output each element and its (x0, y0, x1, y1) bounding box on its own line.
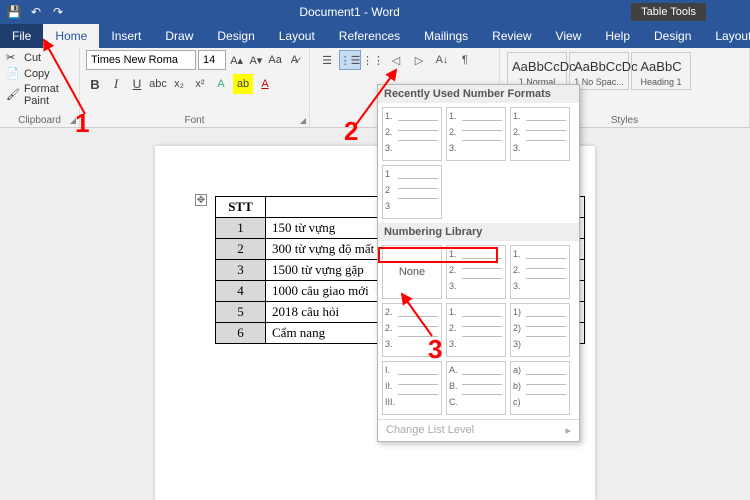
tab-insert[interactable]: Insert (99, 24, 153, 48)
chevron-right-icon: ▸ (565, 424, 571, 437)
numbering-option[interactable]: 1.2.3. (510, 245, 570, 299)
change-list-level: Change List Level▸ (378, 419, 579, 441)
superscript-button[interactable]: x² (191, 74, 209, 94)
table-tools-tab: Table Tools (631, 3, 706, 21)
dropdown-header-recent: Recently Used Number Formats (378, 85, 579, 103)
table-move-handle-icon[interactable]: ✥ (195, 194, 207, 206)
document-title: Document1 - Word (68, 5, 631, 19)
tab-table-layout[interactable]: Layout (703, 24, 750, 48)
font-color-icon[interactable]: A (256, 74, 274, 94)
strike-button[interactable]: abc (149, 74, 167, 94)
undo-icon[interactable]: ↶ (26, 2, 46, 22)
grow-font-icon[interactable]: A▴ (228, 50, 245, 70)
tab-design[interactable]: Design (205, 24, 266, 48)
highlight-box-library (378, 247, 498, 263)
tab-mailings[interactable]: Mailings (412, 24, 480, 48)
redo-icon[interactable]: ↷ (48, 2, 68, 22)
change-case-icon[interactable]: Aa (267, 50, 284, 70)
tab-table-design[interactable]: Design (642, 24, 703, 48)
arrow-1 (40, 36, 90, 116)
sort-icon[interactable]: A↓ (431, 50, 453, 70)
document-area: ✥ STTc1150 từ vựngỉa2300 từ vựng độ mất … (0, 128, 750, 500)
italic-button[interactable]: I (107, 74, 125, 94)
paintbrush-icon: 🖌 (6, 88, 20, 102)
numbering-option[interactable]: 1.2.3. (446, 303, 506, 357)
highlight-icon[interactable]: ab (233, 74, 253, 94)
annotation-3: 3 (428, 334, 442, 365)
numbering-option[interactable]: 123 (382, 165, 442, 219)
font-size-select[interactable] (198, 50, 226, 70)
tab-view[interactable]: View (544, 24, 594, 48)
numbering-option[interactable]: 1.2.3. (446, 107, 506, 161)
subscript-button[interactable]: x₂ (170, 74, 188, 94)
copy-icon: 📄 (6, 67, 20, 81)
tab-references[interactable]: References (327, 24, 412, 48)
tab-help[interactable]: Help (593, 24, 642, 48)
tab-review[interactable]: Review (480, 24, 543, 48)
quick-access-toolbar: 💾 ↶ ↷ (4, 2, 68, 22)
annotation-2: 2 (344, 116, 358, 147)
titlebar: 💾 ↶ ↷ Document1 - Word Table Tools (0, 0, 750, 24)
menubar: File Home Insert Draw Design Layout Refe… (0, 24, 750, 48)
underline-button[interactable]: U (128, 74, 146, 94)
scissors-icon: ✂ (6, 51, 20, 65)
tab-draw[interactable]: Draw (153, 24, 205, 48)
group-font: A▴ A▾ Aa A̷ B I U abc x₂ x² A ab A Font … (80, 48, 310, 127)
numbering-option[interactable]: A.B.C. (446, 361, 506, 415)
dropdown-header-library: Numbering Library (378, 223, 579, 241)
tab-layout[interactable]: Layout (267, 24, 327, 48)
shrink-font-icon[interactable]: A▾ (247, 50, 264, 70)
font-name-select[interactable] (86, 50, 196, 70)
numbering-dropdown: Recently Used Number Formats 1.2.3.1.2.3… (377, 84, 580, 442)
style-item[interactable]: AaBbCHeading 1 (631, 52, 691, 90)
annotation-1: 1 (75, 108, 89, 139)
numbering-option[interactable]: a)b)c) (510, 361, 570, 415)
text-effects-icon[interactable]: A (212, 74, 230, 94)
recent-formats-grid: 1.2.3.1.2.3.1.2.3.123 (378, 103, 579, 223)
arrow-3 (398, 290, 438, 340)
tab-file[interactable]: File (0, 24, 43, 48)
numbering-option[interactable]: 1.2.3. (510, 107, 570, 161)
numbering-option[interactable]: 1)2)3) (510, 303, 570, 357)
show-marks-icon[interactable]: ¶ (454, 50, 476, 70)
numbering-option[interactable]: I.II.III. (382, 361, 442, 415)
save-icon[interactable]: 💾 (4, 2, 24, 22)
increase-indent-icon[interactable]: ▷ (408, 50, 430, 70)
